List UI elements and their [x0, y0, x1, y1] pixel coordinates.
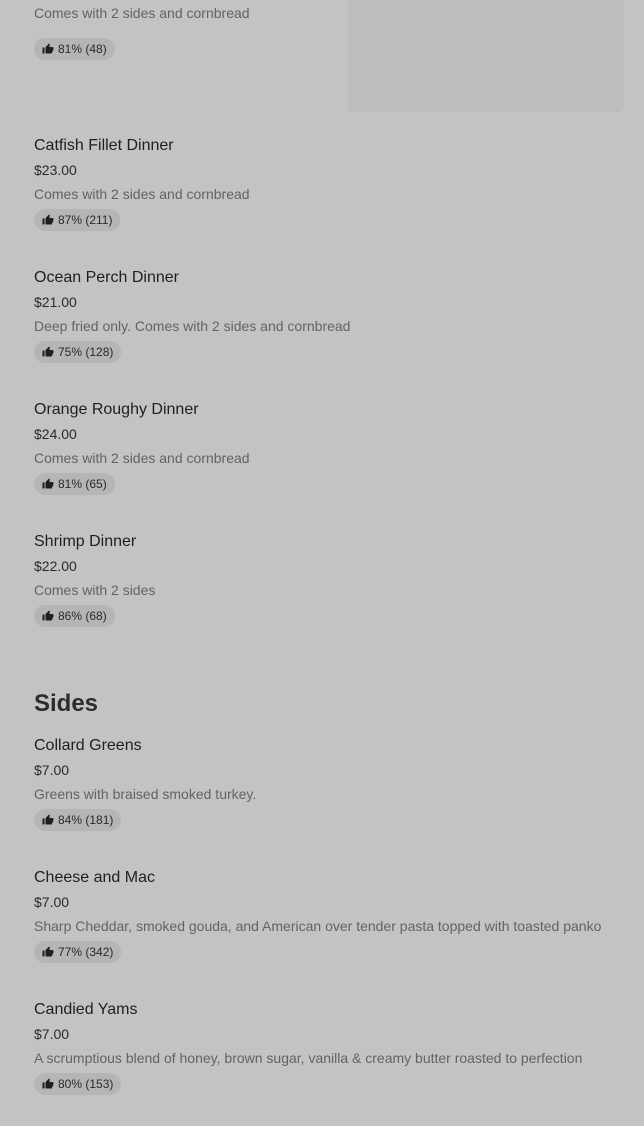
- rating-text: 84% (181): [58, 813, 114, 827]
- rating-badge: 81% (48): [34, 38, 115, 60]
- rating-text: 86% (68): [58, 609, 107, 623]
- menu-item[interactable]: Shrimp Dinner $22.00 Comes with 2 sides …: [34, 532, 624, 627]
- rating-badge: 87% (211): [34, 209, 121, 231]
- thumbs-up-icon: [42, 946, 54, 957]
- item-price: $7.00: [34, 762, 70, 778]
- rating-text: 75% (128): [58, 345, 114, 359]
- rating-text: 80% (153): [58, 1077, 114, 1091]
- item-description: Sharp Cheddar, smoked gouda, and America…: [34, 918, 602, 934]
- rating-badge: 75% (128): [34, 341, 122, 363]
- item-name: Orange Roughy Dinner: [34, 401, 199, 418]
- item-name: Cheese and Mac: [34, 869, 155, 886]
- item-price: $7.00: [34, 1026, 70, 1042]
- item-price: $24.00: [34, 426, 77, 442]
- item-description: Comes with 2 sides: [34, 582, 156, 598]
- item-name: Shrimp Dinner: [34, 533, 137, 550]
- rating-text: 77% (342): [58, 945, 114, 959]
- item-description: Greens with braised smoked turkey.: [34, 786, 257, 802]
- rating-badge: 80% (153): [34, 1073, 122, 1095]
- item-description: Deep fried only. Comes with 2 sides and …: [34, 318, 351, 334]
- item-price: $7.00: [34, 894, 70, 910]
- thumbs-up-icon: [42, 814, 54, 825]
- thumbs-up-icon: [42, 1078, 54, 1089]
- item-price: $21.00: [34, 294, 77, 310]
- rating-text: 81% (65): [58, 477, 107, 491]
- section-title-sides: Sides: [34, 690, 99, 717]
- thumbs-up-icon: [42, 610, 54, 621]
- rating-text: 87% (211): [58, 213, 113, 227]
- rating-badge: 81% (65): [34, 473, 115, 495]
- item-name: Collard Greens: [34, 737, 142, 754]
- menu-item[interactable]: Cheese and Mac $7.00 Sharp Cheddar, smok…: [34, 868, 624, 963]
- item-price: $23.00: [34, 162, 77, 178]
- menu-item[interactable]: Orange Roughy Dinner $24.00 Comes with 2…: [34, 400, 624, 495]
- menu-page: Comes with 2 sides and cornbread 81% (48…: [0, 0, 644, 1126]
- item-price: $22.00: [34, 558, 77, 574]
- item-image[interactable]: [348, 0, 624, 112]
- item-description: A scrumptious blend of honey, brown suga…: [34, 1050, 583, 1066]
- thumbs-up-icon: [42, 478, 54, 489]
- item-name: Catfish Fillet Dinner: [34, 137, 174, 154]
- menu-item[interactable]: Collard Greens $7.00 Greens with braised…: [34, 736, 624, 831]
- menu-item[interactable]: Ocean Perch Dinner $21.00 Deep fried onl…: [34, 268, 624, 363]
- rating-badge: 77% (342): [34, 941, 122, 963]
- menu-item[interactable]: Candied Yams $7.00 A scrumptious blend o…: [34, 1000, 624, 1095]
- thumbs-up-icon: [42, 43, 54, 54]
- menu-item[interactable]: Catfish Fillet Dinner $23.00 Comes with …: [34, 136, 624, 231]
- rating-badge: 86% (68): [34, 605, 115, 627]
- item-name: Candied Yams: [34, 1001, 138, 1018]
- rating-badge: 84% (181): [34, 809, 122, 831]
- item-description: Comes with 2 sides and cornbread: [34, 186, 250, 202]
- thumbs-up-icon: [42, 346, 54, 357]
- rating-text: 81% (48): [58, 42, 107, 56]
- thumbs-up-icon: [42, 214, 54, 225]
- item-description: Comes with 2 sides and cornbread: [34, 5, 250, 21]
- item-name: Ocean Perch Dinner: [34, 269, 179, 286]
- item-description: Comes with 2 sides and cornbread: [34, 450, 250, 466]
